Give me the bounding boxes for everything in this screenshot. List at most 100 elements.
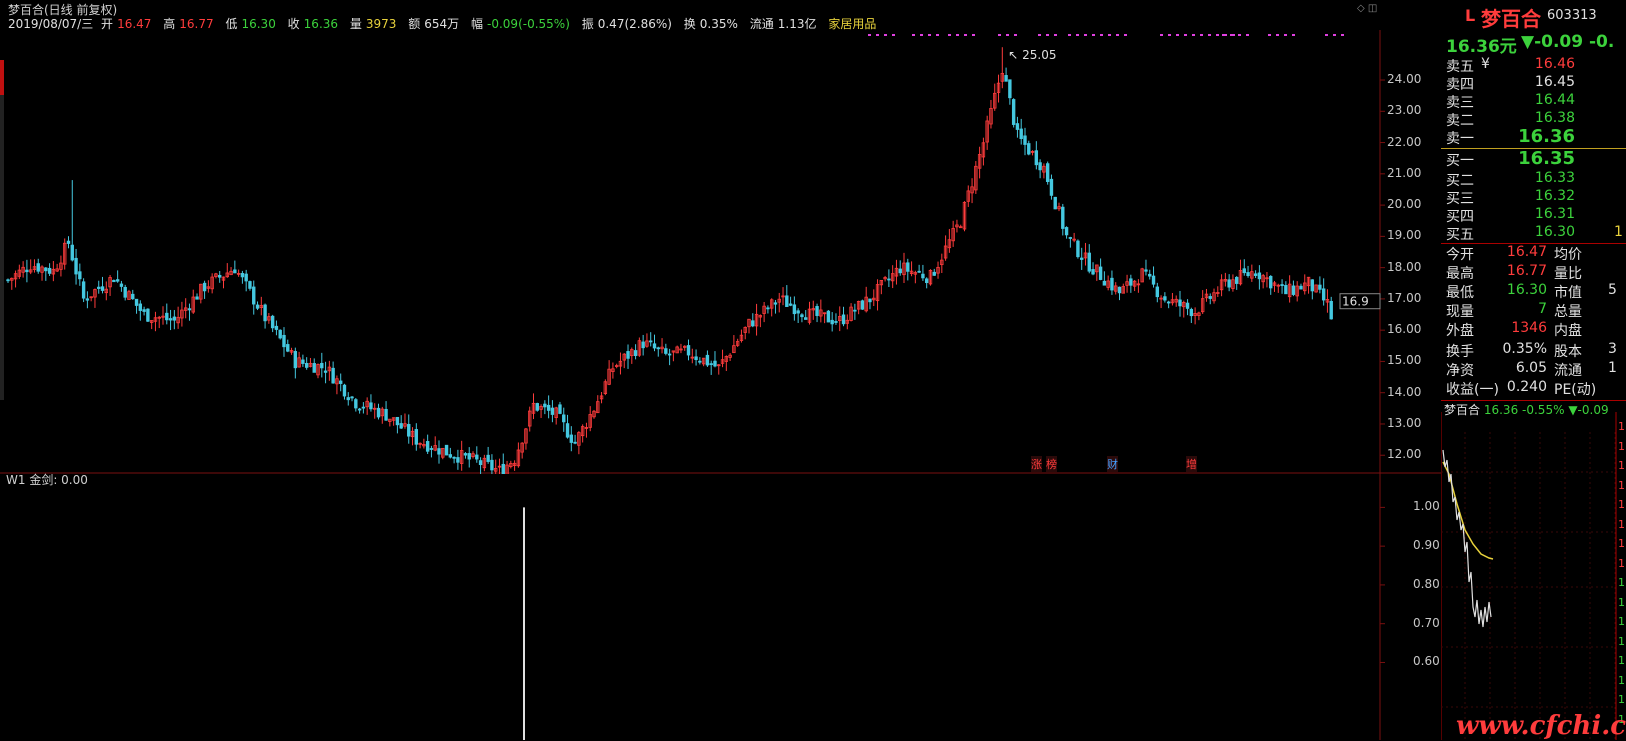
candle-body bbox=[1185, 302, 1190, 309]
candle-body bbox=[437, 448, 441, 455]
candle-body bbox=[384, 408, 388, 421]
candle-body bbox=[1076, 240, 1080, 258]
candle-body bbox=[195, 296, 199, 300]
candle-body bbox=[475, 454, 479, 460]
amount-value: 654万 bbox=[424, 17, 460, 31]
stat-label: 今开 bbox=[1446, 247, 1474, 263]
window-controls[interactable]: ◇ ◫ bbox=[1357, 3, 1377, 14]
candle-body bbox=[320, 362, 324, 369]
signal-dash bbox=[948, 34, 951, 36]
signal-dash bbox=[936, 34, 939, 36]
candle-body bbox=[924, 278, 929, 284]
stat-value: 16.30 bbox=[1506, 282, 1547, 298]
event-marker[interactable]: 涨 bbox=[1031, 456, 1042, 472]
candle-body bbox=[74, 257, 78, 275]
candle-body bbox=[414, 429, 419, 445]
orderbook-row[interactable]: 卖三 16.44 bbox=[1441, 92, 1626, 111]
orderbook-price: 16.33 bbox=[1534, 170, 1575, 186]
candle-body bbox=[66, 240, 71, 244]
candle-body bbox=[331, 367, 335, 384]
candle-body bbox=[1280, 284, 1284, 286]
candle-body bbox=[255, 304, 260, 309]
candlestick-chart[interactable]: ↖ 25.05← 10.8516.9 bbox=[0, 30, 1441, 474]
candle-body bbox=[1049, 178, 1054, 196]
candle-body bbox=[323, 370, 328, 373]
candle-body bbox=[1038, 162, 1042, 171]
candle-body bbox=[1102, 280, 1107, 286]
candle-body bbox=[1291, 285, 1296, 295]
candle-body bbox=[357, 408, 362, 411]
candle-body bbox=[142, 309, 146, 312]
candle-body bbox=[407, 423, 411, 437]
candle-body bbox=[168, 318, 173, 321]
orderbook-row[interactable]: 买一 16.35 bbox=[1441, 148, 1626, 169]
orderbook-row[interactable]: 卖四 16.45 bbox=[1441, 74, 1626, 93]
signal-dash bbox=[1108, 34, 1111, 36]
orderbook-price: 16.30 bbox=[1534, 224, 1575, 240]
sector-link[interactable]: 家居用品 bbox=[828, 17, 876, 31]
signal-dash bbox=[884, 34, 887, 36]
intraday-mini-chart[interactable] bbox=[1441, 412, 1626, 740]
candle-body bbox=[1027, 143, 1031, 155]
orderbook-row[interactable]: 买二 16.33 bbox=[1441, 170, 1626, 189]
candle-body bbox=[47, 267, 52, 274]
candle-body bbox=[350, 396, 354, 399]
candle-body bbox=[501, 463, 505, 474]
event-marker[interactable]: 财 bbox=[1107, 456, 1118, 472]
event-marker[interactable]: 增 bbox=[1186, 456, 1197, 472]
stat-row: 今开 16.47 均价 bbox=[1441, 244, 1626, 263]
stat-value: 3 bbox=[1608, 341, 1617, 357]
indicator-chart[interactable] bbox=[0, 474, 1441, 740]
signal-dash bbox=[1222, 34, 1225, 36]
stat-value: 7 bbox=[1538, 301, 1547, 317]
orderbook-row[interactable]: 卖一 16.36 bbox=[1441, 126, 1626, 147]
candle-body bbox=[633, 350, 638, 357]
orderbook-row[interactable]: 买四 16.31 bbox=[1441, 206, 1626, 225]
stat-label: 最高 bbox=[1446, 266, 1474, 282]
signal-dash bbox=[1116, 34, 1119, 36]
candle-body bbox=[550, 407, 555, 415]
signal-dash bbox=[876, 34, 879, 36]
candle-body bbox=[1321, 288, 1326, 301]
stat-value: 1346 bbox=[1511, 320, 1547, 336]
candle-body bbox=[81, 281, 86, 299]
candle-body bbox=[119, 283, 124, 287]
orderbook-row[interactable]: 买五 16.30 1 bbox=[1441, 224, 1626, 243]
candle-body bbox=[1011, 99, 1016, 125]
signal-dash bbox=[1054, 34, 1057, 36]
orderbook-row[interactable]: 卖五 16.46 ¥ bbox=[1441, 56, 1626, 75]
orderbook-price: 16.31 bbox=[1534, 206, 1575, 222]
mini-axis-label: 1 bbox=[1618, 420, 1625, 433]
signal-dash bbox=[1238, 34, 1241, 36]
candle-body bbox=[44, 267, 48, 272]
mini-axis-label: 1 bbox=[1618, 459, 1625, 472]
orderbook-label: 买二 bbox=[1446, 173, 1474, 189]
signal-dash bbox=[964, 34, 967, 36]
price-tick-label: 23.00 bbox=[1387, 103, 1422, 118]
candle-body bbox=[1253, 273, 1258, 276]
stat-value: 0.240 bbox=[1506, 379, 1547, 395]
candle-body bbox=[70, 244, 74, 261]
orderbook-row[interactable]: 买三 16.32 bbox=[1441, 188, 1626, 207]
candle-body bbox=[713, 360, 717, 367]
candle-body bbox=[868, 298, 872, 303]
candle-body bbox=[123, 286, 127, 298]
candle-body bbox=[425, 441, 430, 452]
ind-tick-label: 0.70 bbox=[1413, 615, 1440, 630]
mini-axis-label: 1 bbox=[1618, 654, 1625, 667]
candle-body bbox=[187, 308, 192, 311]
stat-label: PE(动) bbox=[1554, 382, 1597, 398]
candle-body bbox=[804, 317, 808, 320]
candle-body bbox=[138, 303, 143, 311]
change-label: 幅 bbox=[471, 17, 484, 31]
candle-body bbox=[399, 423, 403, 429]
event-marker[interactable]: 榜 bbox=[1046, 456, 1057, 472]
candle-body bbox=[146, 308, 150, 322]
orderbook-label: 买四 bbox=[1446, 209, 1474, 225]
candle-body bbox=[233, 269, 237, 274]
mini-axis-label: 1 bbox=[1618, 439, 1625, 453]
amplitude-value: 0.47(2.86%) bbox=[597, 17, 672, 31]
mini-axis-label: 1 bbox=[1618, 537, 1625, 550]
candle-body bbox=[1227, 279, 1231, 288]
candle-body bbox=[1246, 272, 1250, 277]
